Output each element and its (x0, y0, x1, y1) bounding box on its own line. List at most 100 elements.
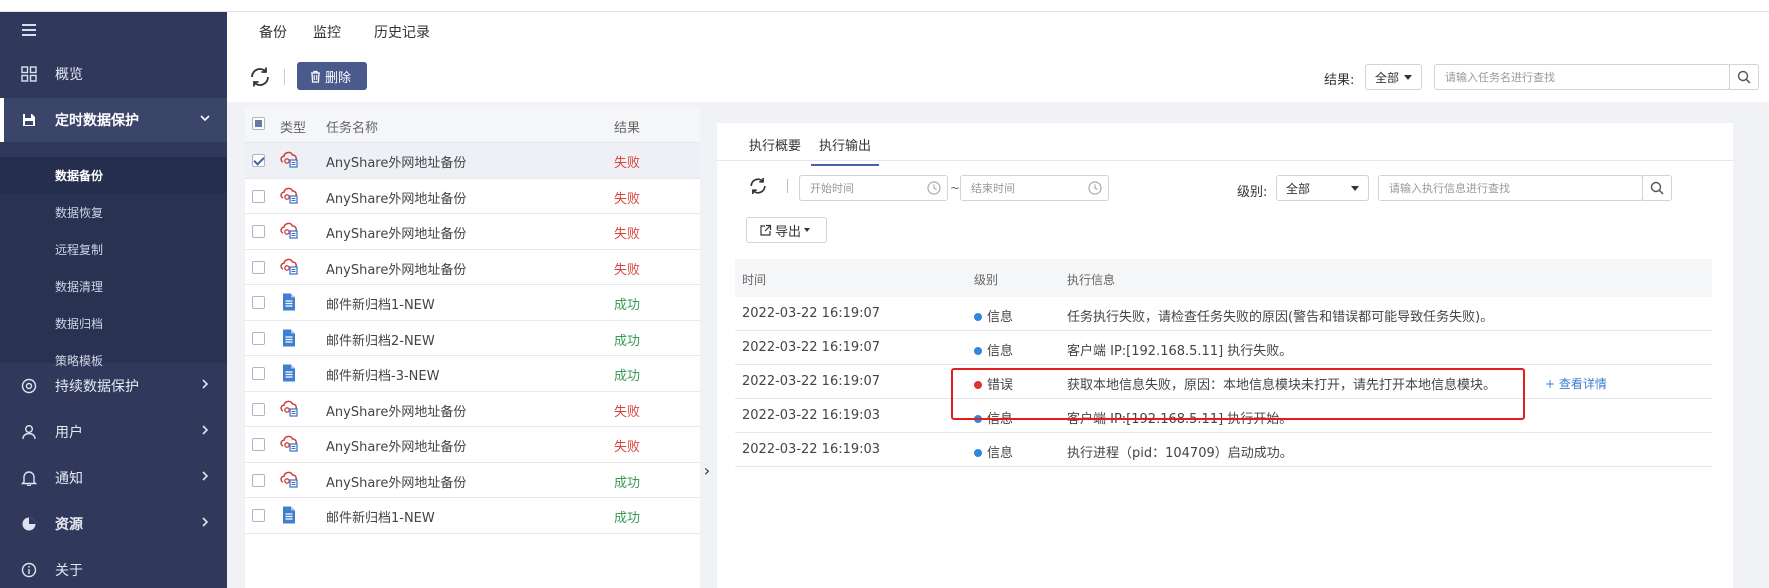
menu-toggle[interactable] (0, 12, 227, 50)
row-checkbox[interactable] (252, 473, 265, 487)
sidebar-subitem-remote-copy[interactable]: 远程复制 (0, 231, 227, 268)
log-row: 2022-03-22 16:19:07 信息 任务执行失败，请检查任务失败的原因(警… (735, 297, 1712, 331)
subitem-label: 数据清理 (55, 280, 104, 294)
info-dot-icon (974, 449, 982, 457)
sidebar-item-label: 资源 (55, 517, 83, 533)
log-row: 2022-03-22 16:19:07 信息 客户端 IP:[192.168.5.1… (735, 331, 1712, 365)
document-archive-icon (279, 292, 299, 312)
chevron-right-icon (202, 517, 209, 527)
refresh-icon[interactable] (747, 175, 769, 197)
refresh-icon[interactable] (247, 64, 273, 90)
tab-history[interactable]: 历史记录 (367, 22, 437, 54)
end-time-input[interactable]: 结束时间 (960, 175, 1109, 201)
result-select[interactable]: 全部 (1365, 64, 1422, 90)
clock-icon (1088, 181, 1102, 195)
sidebar-item-label: 关于 (55, 563, 83, 579)
log-row: 2022-03-22 16:19:03 信息 执行进程（pid：104709）启动成… (735, 433, 1712, 467)
sidebar-item-label: 用户 (55, 425, 83, 441)
sidebar-subitem-data-backup[interactable]: 数据备份 (0, 157, 227, 194)
table-row[interactable]: 邮件新归档2-NEW 成功 (245, 321, 700, 356)
level-select[interactable]: 全部 (1276, 175, 1369, 201)
sidebar-item-continuous-protection[interactable]: 持续数据保护 (0, 364, 227, 408)
level-filter-label: 级别: (1237, 185, 1268, 200)
select-all-checkbox[interactable] (252, 117, 265, 130)
task-table: 类型 任务名称 结果 AnyShare外网地址备份 失败 AnyShare外网地址备… (245, 107, 700, 588)
table-row[interactable]: 邮件新归档1-NEW 成功 (245, 285, 700, 321)
row-checkbox[interactable] (252, 509, 265, 522)
row-checkbox[interactable] (252, 367, 265, 380)
sidebar-subitem-data-restore[interactable]: 数据恢复 (0, 194, 227, 231)
sidebar-item-resources[interactable]: 资源 (0, 502, 227, 546)
sidebar-item-scheduled-protection[interactable]: 定时数据保护 (0, 98, 227, 142)
start-time-input[interactable]: 开始时间 (799, 175, 948, 201)
sidebar-subitem-data-archive[interactable]: 数据归档 (0, 305, 227, 342)
table-row[interactable]: AnyShare外网地址备份 失败 (245, 250, 700, 285)
sidebar-item-overview[interactable]: 概览 (0, 52, 227, 96)
cloud-backup-icon (279, 221, 299, 241)
task-search-input[interactable]: 请输入任务名进行查找 (1434, 64, 1730, 90)
log-level-label: 信息 (987, 446, 1014, 461)
task-result: 失败 (614, 227, 641, 242)
info-dot-icon (974, 347, 982, 355)
export-label: 导出 (775, 224, 802, 240)
table-row[interactable]: AnyShare外网地址备份 失败 (245, 392, 700, 427)
level-select-value: 全部 (1286, 181, 1311, 196)
export-button[interactable]: 导出 (746, 217, 827, 243)
log-level: 信息 (974, 340, 1013, 359)
sidebar: 概览 定时数据保护 数据备份 数据恢复 远程复制 数据清理 数据归档 策略模板 … (0, 12, 227, 588)
toolbar: 删除 结果: 全部 请输入任务名进行查找 (227, 52, 1769, 102)
subitem-label: 数据备份 (55, 169, 104, 183)
sidebar-item-about[interactable]: 关于 (0, 548, 227, 588)
log-time: 2022-03-22 16:19:03 (742, 442, 881, 457)
tab-backup[interactable]: 备份 (259, 22, 287, 52)
start-time-placeholder: 开始时间 (810, 182, 854, 195)
table-row[interactable]: AnyShare外网地址备份 失败 (245, 179, 700, 214)
task-name: AnyShare外网地址备份 (326, 440, 467, 455)
row-checkbox[interactable] (252, 260, 265, 274)
row-checkbox[interactable] (252, 296, 265, 309)
cloud-backup-icon (279, 434, 299, 454)
table-row[interactable]: 邮件新归档1-NEW 成功 (245, 498, 700, 534)
task-result: 成功 (614, 475, 641, 491)
view-details-link[interactable]: + 查看详情 (1545, 375, 1607, 392)
tab-execution-output[interactable]: 执行输出 (811, 135, 880, 166)
caret-down-icon (1351, 186, 1359, 191)
log-search-input[interactable]: 请输入执行信息进行查找 (1378, 175, 1643, 201)
task-result: 成功 (614, 511, 641, 526)
sidebar-subitem-data-cleanup[interactable]: 数据清理 (0, 268, 227, 305)
error-highlight-box (951, 368, 1525, 420)
sidebar-item-label: 通知 (55, 471, 83, 487)
table-row[interactable]: 邮件新归档-3-NEW 成功 (245, 356, 700, 392)
task-name: AnyShare外网地址备份 (326, 156, 467, 171)
chevron-down-icon (200, 115, 210, 122)
sidebar-item-users[interactable]: 用户 (0, 410, 227, 454)
user-icon (20, 423, 38, 441)
row-checkbox[interactable] (252, 402, 265, 416)
cloud-backup-icon (279, 257, 299, 277)
sidebar-item-notifications[interactable]: 通知 (0, 456, 227, 500)
subitem-label: 数据恢复 (55, 206, 104, 220)
table-row[interactable]: AnyShare外网地址备份 成功 (245, 463, 700, 498)
row-checkbox[interactable] (252, 154, 265, 167)
grid-icon (20, 65, 38, 83)
table-row[interactable]: AnyShare外网地址备份 失败 (245, 143, 700, 179)
table-row[interactable]: AnyShare外网地址备份 失败 (245, 427, 700, 463)
row-checkbox[interactable] (252, 189, 265, 203)
tab-monitor[interactable]: 监控 (313, 22, 341, 52)
row-checkbox[interactable] (252, 438, 265, 451)
table-row[interactable]: AnyShare外网地址备份 失败 (245, 214, 700, 250)
task-name: 邮件新归档-3-NEW (326, 369, 440, 384)
cloud-backup-icon (279, 186, 299, 206)
document-archive-icon (279, 328, 299, 348)
delete-button[interactable]: 删除 (297, 62, 367, 90)
collapse-panel-arrow[interactable]: › (700, 463, 714, 479)
chevron-right-icon (202, 379, 209, 389)
search-button[interactable] (1642, 175, 1672, 201)
result-filter-label: 结果: (1324, 73, 1355, 88)
row-checkbox[interactable] (252, 225, 265, 238)
row-checkbox[interactable] (252, 331, 265, 345)
clock-icon (927, 181, 941, 195)
search-button[interactable] (1729, 64, 1759, 90)
log-message: 任务执行失败，请检查任务失败的原因(警告和错误都可能导致任务失败)。 (1067, 310, 1494, 325)
top-bar (0, 0, 1769, 12)
